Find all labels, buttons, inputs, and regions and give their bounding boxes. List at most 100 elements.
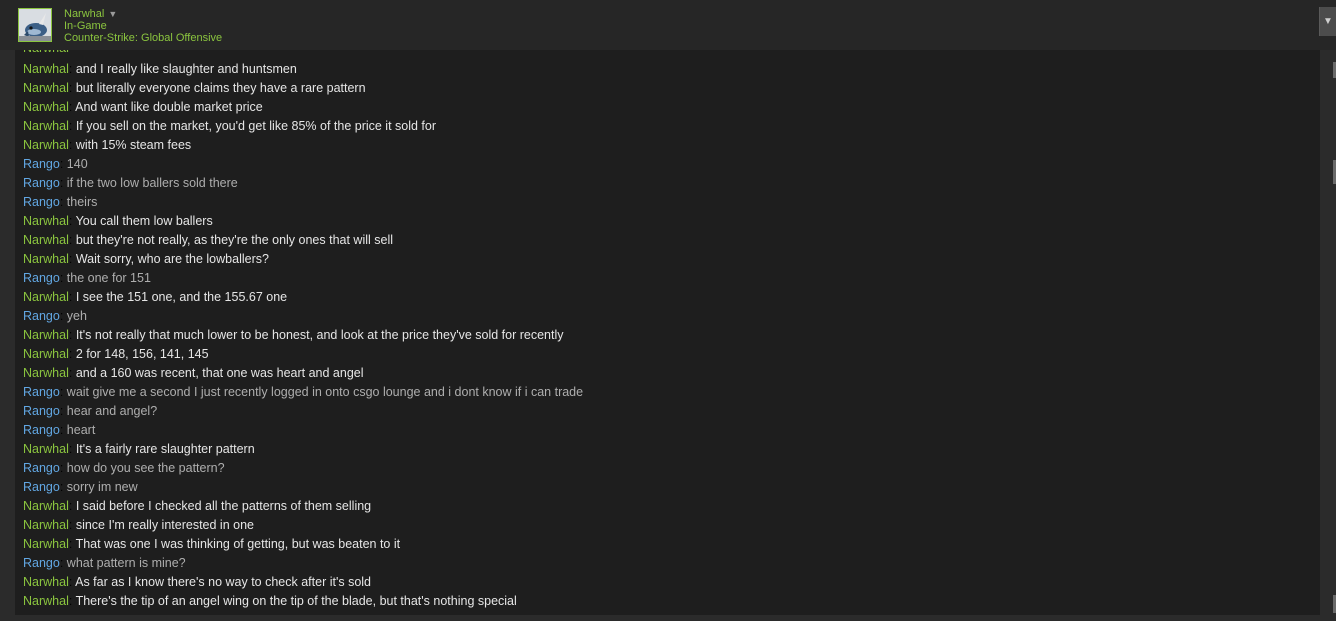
clipped-message: Narwhal: [23, 50, 1320, 60]
chat-message: Rango: how do you see the pattern?: [23, 461, 225, 475]
message-sender[interactable]: Rango: [23, 309, 60, 323]
chat-message: Narwhal: and I really like slaughter and…: [23, 62, 297, 76]
chat-message: Narwhal: and a 160 was recent, that one …: [23, 366, 364, 380]
chat-message: Narwhal: And want like double market pri…: [23, 100, 263, 114]
message-sender[interactable]: Rango: [23, 176, 60, 190]
chat-header: Narwhal ▼ In-Game Counter-Strike: Global…: [0, 0, 1336, 50]
chat-message: Narwhal: with 15% steam fees: [23, 138, 192, 152]
message-text: Wait sorry, who are the lowballers?: [75, 252, 269, 266]
message-sender[interactable]: Rango: [23, 556, 60, 570]
message-text: You call them low ballers: [75, 214, 213, 228]
chat-log[interactable]: Narwhal Narwhal: and I really like slaug…: [15, 50, 1320, 615]
chat-message: Rango: 140: [23, 157, 88, 171]
chat-scrollbar[interactable]: [1329, 50, 1336, 621]
message-text: but literally everyone claims they have …: [75, 81, 366, 95]
chat-messages: Narwhal Narwhal: and I really like slaug…: [23, 50, 1320, 611]
chat-message: Narwhal: There's the tip of an angel win…: [23, 594, 517, 608]
chat-message: Rango: what pattern is mine?: [23, 556, 186, 570]
chat-message: Narwhal: 2 for 148, 156, 141, 145: [23, 347, 209, 361]
message-text: And want like double market price: [75, 100, 263, 114]
chat-message: Narwhal: but literally everyone claims t…: [23, 81, 366, 95]
chat-options-button[interactable]: ▼: [1319, 7, 1336, 36]
message-sender[interactable]: Narwhal: [23, 594, 69, 608]
message-text: and a 160 was recent, that one was heart…: [75, 366, 364, 380]
message-sender[interactable]: Narwhal: [23, 290, 69, 304]
message-sender[interactable]: Narwhal: [23, 575, 69, 589]
narwhal-avatar-icon: [19, 9, 51, 41]
user-info: Narwhal ▼ In-Game Counter-Strike: Global…: [64, 8, 222, 44]
message-text: but they're not really, as they're the o…: [75, 233, 394, 247]
message-text: It's not really that much lower to be ho…: [75, 328, 564, 342]
message-text: heart: [66, 423, 96, 437]
chat-message: Rango: heart: [23, 423, 96, 437]
user-status: In-Game: [64, 20, 107, 32]
chat-message: Narwhal: but they're not really, as they…: [23, 233, 394, 247]
message-sender: Narwhal: [23, 50, 69, 55]
message-sender[interactable]: Narwhal: [23, 119, 69, 133]
chat-message: Rango: yeh: [23, 309, 87, 323]
chat-message: Rango: the one for 151: [23, 271, 151, 285]
message-sender[interactable]: Narwhal: [23, 100, 69, 114]
chat-message: Narwhal: It's not really that much lower…: [23, 328, 564, 342]
message-text: since I'm really interested in one: [75, 518, 254, 532]
chat-message: Narwhal: Wait sorry, who are the lowball…: [23, 252, 269, 266]
message-sender[interactable]: Narwhal: [23, 62, 69, 76]
chat-message: Rango: wait give me a second I just rece…: [23, 385, 584, 399]
chat-message: Narwhal: If you sell on the market, you'…: [23, 119, 437, 133]
chat-message: Rango: theirs: [23, 195, 98, 209]
user-dropdown-icon[interactable]: ▼: [108, 8, 117, 20]
message-sender[interactable]: Rango: [23, 271, 60, 285]
message-sender[interactable]: Narwhal: [23, 138, 69, 152]
window-bottom-edge: [0, 615, 1336, 621]
chat-message: Narwhal: As far as I know there's no way…: [23, 575, 371, 589]
message-sender[interactable]: Narwhal: [23, 252, 69, 266]
chat-message: Narwhal: You call them low ballers: [23, 214, 213, 228]
chat-message: Narwhal: I said before I checked all the…: [23, 499, 372, 513]
message-sender[interactable]: Narwhal: [23, 518, 69, 532]
message-text: wait give me a second I just recently lo…: [66, 385, 584, 399]
message-sender[interactable]: Narwhal: [23, 537, 69, 551]
user-name[interactable]: Narwhal: [64, 8, 104, 20]
message-text: There's the tip of an angel wing on the …: [75, 594, 517, 608]
message-sender[interactable]: Rango: [23, 195, 60, 209]
message-sender[interactable]: Rango: [23, 404, 60, 418]
message-text: theirs: [66, 195, 98, 209]
chat-message: Narwhal: since I'm really interested in …: [23, 518, 254, 532]
message-text: sorry im new: [66, 480, 138, 494]
message-text: and I really like slaughter and huntsmen: [75, 62, 297, 76]
message-text: what pattern is mine?: [66, 556, 186, 570]
chat-message: Rango: hear and angel?: [23, 404, 158, 418]
message-sender[interactable]: Rango: [23, 461, 60, 475]
message-text: I said before I checked all the patterns…: [75, 499, 372, 513]
chat-message: Narwhal: It's a fairly rare slaughter pa…: [23, 442, 255, 456]
message-text: with 15% steam fees: [75, 138, 192, 152]
chat-message: Narwhal: That was one I was thinking of …: [23, 537, 401, 551]
message-sender[interactable]: Rango: [23, 480, 60, 494]
message-text: That was one I was thinking of getting, …: [75, 537, 401, 551]
message-sender[interactable]: Narwhal: [23, 214, 69, 228]
message-text: 2 for 148, 156, 141, 145: [75, 347, 209, 361]
chat-message: Narwhal: I see the 151 one, and the 155.…: [23, 290, 288, 304]
message-sender[interactable]: Rango: [23, 423, 60, 437]
chat-message: Rango: sorry im new: [23, 480, 138, 494]
message-text: It's a fairly rare slaughter pattern: [75, 442, 255, 456]
user-game: Counter-Strike: Global Offensive: [64, 32, 223, 44]
message-text: I see the 151 one, and the 155.67 one: [75, 290, 288, 304]
message-sender[interactable]: Rango: [23, 157, 60, 171]
chat-message: Rango: if the two low ballers sold there: [23, 176, 238, 190]
message-sender[interactable]: Narwhal: [23, 347, 69, 361]
message-sender[interactable]: Narwhal: [23, 442, 69, 456]
message-sender[interactable]: Narwhal: [23, 499, 69, 513]
message-sender[interactable]: Narwhal: [23, 233, 69, 247]
message-text: yeh: [66, 309, 87, 323]
user-avatar[interactable]: [18, 8, 52, 42]
message-sender[interactable]: Narwhal: [23, 81, 69, 95]
message-sender[interactable]: Narwhal: [23, 366, 69, 380]
message-text: if the two low ballers sold there: [66, 176, 238, 190]
message-sender[interactable]: Rango: [23, 385, 60, 399]
message-sender[interactable]: Narwhal: [23, 328, 69, 342]
message-text: how do you see the pattern?: [66, 461, 225, 475]
chevron-down-icon: ▼: [1323, 16, 1333, 27]
message-text: As far as I know there's no way to check…: [75, 575, 371, 589]
message-text: hear and angel?: [66, 404, 158, 418]
